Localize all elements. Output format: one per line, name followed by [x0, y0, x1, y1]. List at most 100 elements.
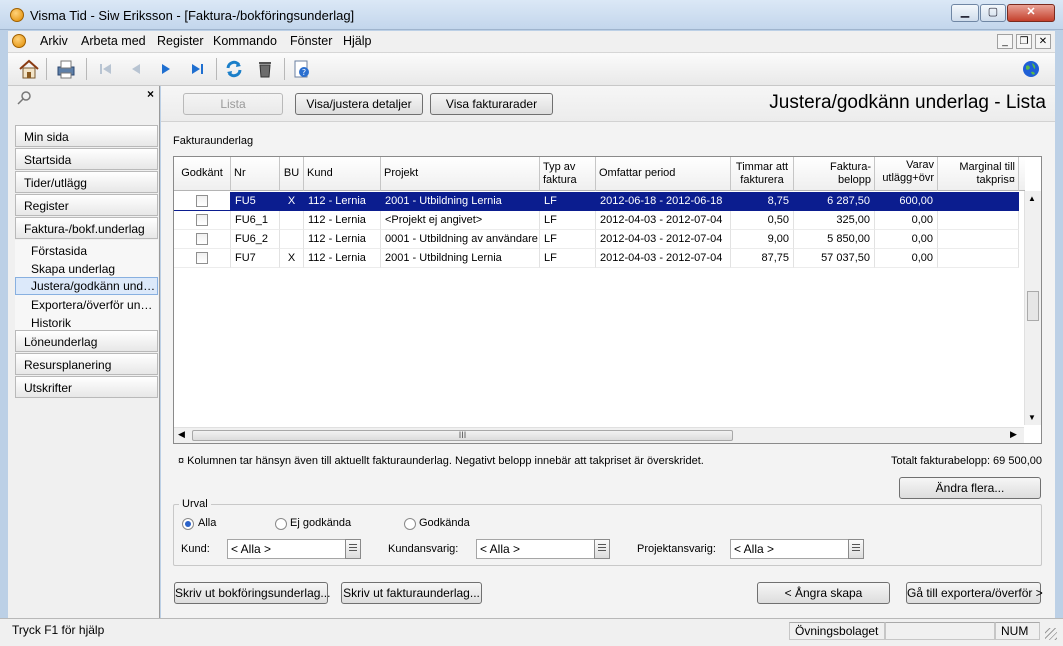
mdi-minimize-button[interactable]: _ — [997, 34, 1013, 49]
approve-checkbox[interactable] — [196, 195, 208, 207]
refresh-icon[interactable] — [221, 57, 247, 81]
cell-godkant — [174, 230, 231, 249]
cell-timmar: 87,75 — [731, 249, 794, 268]
col-header-kund[interactable]: Kund — [304, 157, 381, 191]
table-row[interactable]: FU7 X 112 - Lernia 2001 - Utbildning Lernia… — [174, 249, 1019, 268]
cell-belopp: 57 037,50 — [794, 249, 875, 268]
resize-grip[interactable] — [1045, 628, 1057, 640]
globe-icon[interactable] — [1018, 57, 1044, 81]
filter-radio-not-approved[interactable] — [275, 518, 287, 530]
vertical-scroll-thumb[interactable] — [1027, 291, 1039, 321]
sidebar-item-utskrifter[interactable]: Utskrifter — [15, 376, 158, 398]
mdi-close-button[interactable]: ✕ — [1035, 34, 1051, 49]
cell-bu — [280, 211, 304, 230]
kund-select-button[interactable] — [345, 539, 361, 559]
kund-label: Kund: — [181, 543, 210, 555]
cell-varav: 0,00 — [875, 230, 938, 249]
kundansvarig-select[interactable]: < Alla > — [476, 539, 596, 559]
status-company: Övningsbolaget — [789, 622, 885, 640]
menu-fonster[interactable]: Fönster — [290, 34, 332, 48]
total-amount: Totalt fakturabelopp: 69 500,00 — [890, 455, 1042, 467]
sidebar-subitem-skapa-underlag[interactable]: Skapa underlag — [15, 260, 158, 278]
sidebar-item-faktura-bokf[interactable]: Faktura-/bokf.underlag — [15, 217, 158, 239]
print-faktura-button[interactable]: Skriv ut fakturaunderlag... — [341, 582, 482, 604]
pin-icon[interactable] — [16, 91, 32, 108]
projektansvarig-select[interactable]: < Alla > — [730, 539, 850, 559]
projektansvarig-select-button[interactable] — [848, 539, 864, 559]
cell-kund: 112 - Lernia — [304, 211, 381, 230]
col-header-belopp[interactable]: Faktura-belopp — [794, 157, 875, 191]
horizontal-scrollbar[interactable]: ◀ III ▶ — [174, 427, 1024, 443]
cell-bu — [280, 230, 304, 249]
trash-icon[interactable] — [252, 57, 278, 81]
cell-belopp: 5 850,00 — [794, 230, 875, 249]
col-header-nr[interactable]: Nr — [231, 157, 280, 191]
goto-export-button[interactable]: Gå till exportera/överför > — [906, 582, 1043, 604]
col-header-godkant[interactable]: Godkänt — [174, 157, 231, 191]
mdi-restore-button[interactable]: ❐ — [1016, 34, 1032, 49]
sidebar-item-loneunderlag[interactable]: Löneunderlag — [15, 330, 158, 352]
menu-arbeta-med[interactable]: Arbeta med — [81, 34, 146, 48]
next-record-icon[interactable] — [153, 57, 179, 81]
menu-hjalp[interactable]: Hjälp — [343, 34, 372, 48]
show-rows-button[interactable]: Visa fakturarader — [430, 93, 553, 115]
help-icon[interactable]: ? — [289, 57, 315, 81]
details-button[interactable]: Visa/justera detaljer — [295, 93, 423, 115]
menu-register[interactable]: Register — [157, 34, 204, 48]
cell-typ: LF — [540, 230, 596, 249]
sidebar-subitem-forstasida[interactable]: Förstasida — [15, 242, 158, 260]
filter-radio-all[interactable] — [182, 518, 194, 530]
table-row[interactable]: FU6_2 112 - Lernia 0001 - Utbildning av an… — [174, 230, 1019, 249]
close-button[interactable]: ✕ — [1007, 4, 1055, 22]
cell-typ: LF — [540, 192, 596, 211]
cell-projekt: 0001 - Utbildning av användare — [381, 230, 540, 249]
footnote: ¤ Kolumnen tar hänsyn även till aktuellt… — [178, 455, 704, 467]
home-icon[interactable] — [16, 57, 42, 81]
table-row[interactable]: FU5 X 112 - Lernia 2001 - Utbildning Lernia… — [174, 192, 1019, 211]
cell-marginal — [938, 211, 1019, 230]
sidebar-subitem-exportera-overfor[interactable]: Exportera/överför underlag — [15, 296, 158, 314]
col-header-typ-line1: Typ av — [543, 161, 576, 173]
previous-record-icon — [123, 57, 149, 81]
menu-arkiv[interactable]: Arkiv — [40, 34, 68, 48]
maximize-button[interactable]: ▢ — [980, 4, 1006, 22]
cell-nr: FU5 — [231, 192, 280, 211]
sidebar-item-register[interactable]: Register — [15, 194, 158, 216]
cell-typ: LF — [540, 249, 596, 268]
print-bokforing-button[interactable]: Skriv ut bokföringsunderlag... — [174, 582, 330, 604]
cell-timmar: 0,50 — [731, 211, 794, 230]
minimize-button[interactable]: ▁ — [951, 4, 979, 22]
change-many-button[interactable]: Ändra flera... — [899, 477, 1041, 499]
horizontal-scroll-thumb[interactable]: III — [192, 430, 733, 441]
app-menu-icon[interactable] — [12, 34, 26, 48]
sidebar-subitem-justera-godkann[interactable]: Justera/godkänn underlag — [15, 277, 158, 295]
col-header-projekt[interactable]: Projekt — [381, 157, 540, 191]
approve-checkbox[interactable] — [196, 214, 208, 226]
col-header-period[interactable]: Omfattar period — [596, 157, 731, 191]
vertical-scrollbar[interactable]: ▲ ▼ — [1024, 191, 1041, 425]
cell-marginal — [938, 230, 1019, 249]
sidebar-item-tider-utlagg[interactable]: Tider/utlägg — [15, 171, 158, 193]
col-header-timmar[interactable]: Timmar att fakturera — [731, 157, 794, 191]
sidebar-item-resursplanering[interactable]: Resursplanering — [15, 353, 158, 375]
menu-kommando[interactable]: Kommando — [213, 34, 277, 48]
filter-radio-approved[interactable] — [404, 518, 416, 530]
kund-select[interactable]: < Alla > — [227, 539, 347, 559]
undo-create-button[interactable]: < Ångra skapa — [757, 582, 890, 604]
menu-bar: Arkiv Arbeta med Register Kommando Fönst… — [8, 31, 1055, 53]
approve-checkbox[interactable] — [196, 233, 208, 245]
last-record-icon[interactable] — [184, 57, 210, 81]
approve-checkbox[interactable] — [196, 252, 208, 264]
sidebar-item-startsida[interactable]: Startsida — [15, 148, 158, 170]
col-header-varav[interactable]: Varav utlägg+övr — [875, 157, 938, 191]
col-header-bu[interactable]: BU — [280, 157, 304, 191]
close-panel-icon[interactable]: × — [147, 87, 154, 101]
col-header-marginal[interactable]: Marginal till takpris¤ — [938, 157, 1019, 191]
lista-button[interactable]: Lista — [183, 93, 283, 115]
print-icon[interactable] — [53, 57, 79, 81]
kundansvarig-select-button[interactable] — [594, 539, 610, 559]
col-header-typ[interactable]: Typ av faktura — [540, 157, 596, 191]
sidebar-item-min-sida[interactable]: Min sida — [15, 125, 158, 147]
cell-godkant — [174, 192, 231, 211]
table-row[interactable]: FU6_1 112 - Lernia <Projekt ej angivet> LF 2… — [174, 211, 1019, 230]
